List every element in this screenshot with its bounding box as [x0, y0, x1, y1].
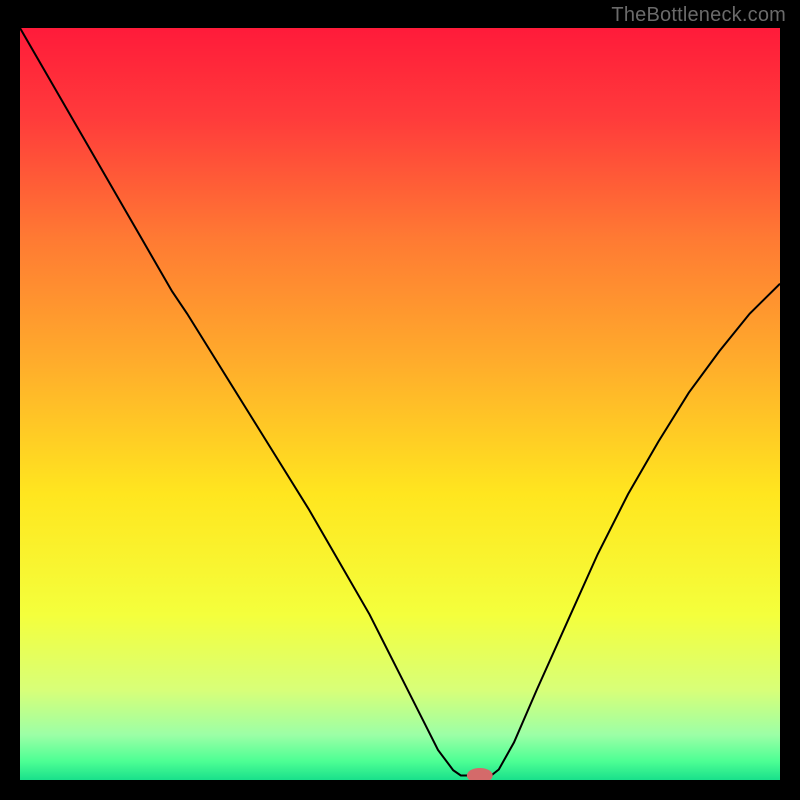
plot-area	[20, 28, 780, 780]
chart-svg	[20, 28, 780, 780]
gradient-background	[20, 28, 780, 780]
chart-frame: TheBottleneck.com	[0, 0, 800, 800]
watermark-label: TheBottleneck.com	[611, 4, 786, 27]
